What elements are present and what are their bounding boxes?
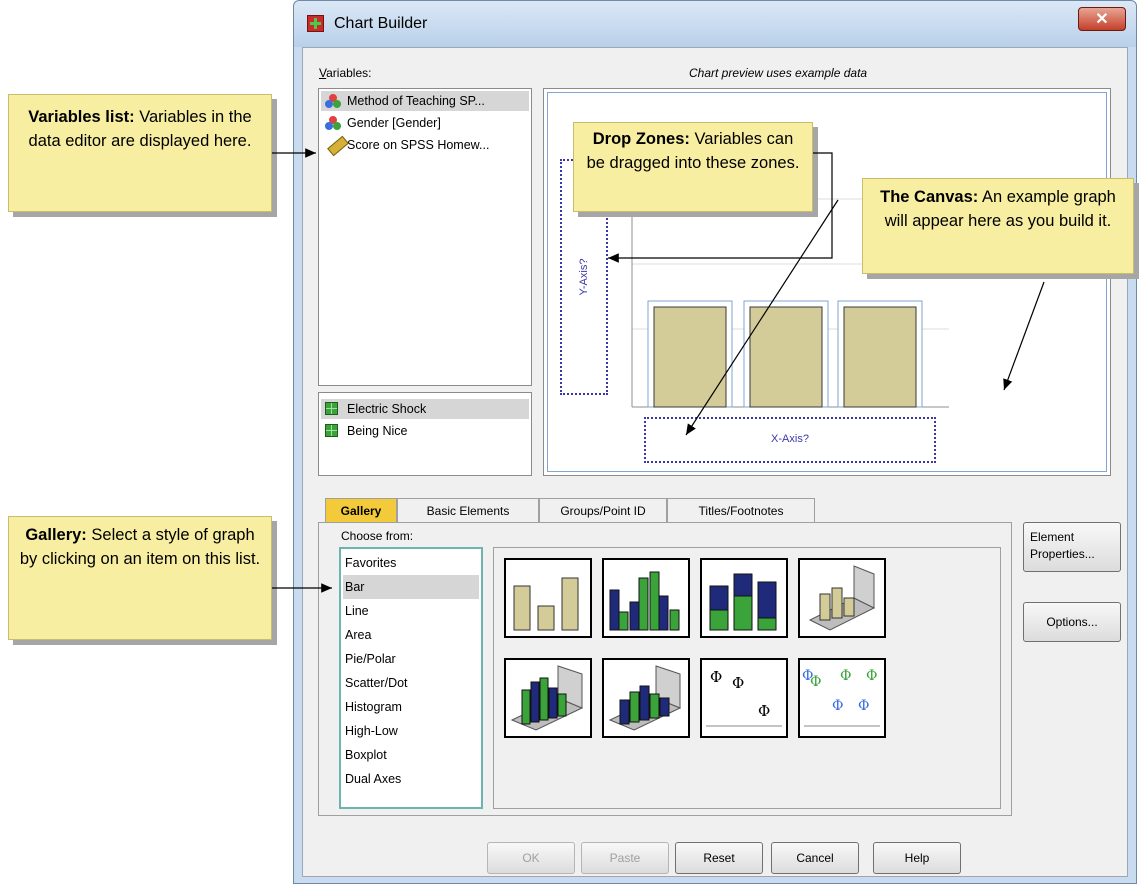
- drop-zones-callout: Drop Zones: Variables can be dragged int…: [573, 122, 813, 212]
- clustered-bar-thumbnail[interactable]: [602, 558, 690, 638]
- tab-gallery[interactable]: Gallery: [325, 498, 397, 522]
- variable-item[interactable]: Score on SPSS Homew...: [321, 135, 489, 157]
- category-item[interactable]: Being Nice: [321, 421, 407, 441]
- cancel-button[interactable]: Cancel: [771, 842, 859, 874]
- help-button[interactable]: Help: [873, 842, 961, 874]
- svg-text:Φ: Φ: [710, 668, 722, 686]
- 3d-bar-thumbnail[interactable]: [798, 558, 886, 638]
- svg-text:Φ: Φ: [832, 698, 843, 714]
- category-icon: [325, 424, 338, 437]
- canvas-callout: The Canvas: An example graph will appear…: [862, 178, 1134, 274]
- clustered-error-bar-thumbnail[interactable]: Φ Φ Φ Φ Φ Φ: [798, 658, 886, 738]
- gallery-item[interactable]: Bar: [343, 575, 479, 599]
- svg-text:Φ: Φ: [858, 698, 869, 714]
- gallery-panel: Choose from: Favorites Bar Line Area Pie…: [318, 522, 1012, 816]
- y-axis-zone-label: Y-Axis?: [578, 258, 590, 296]
- scale-ruler-icon: [325, 135, 349, 157]
- svg-text:Φ: Φ: [732, 674, 744, 692]
- nominal-icon: [325, 94, 341, 108]
- svg-text:Φ: Φ: [758, 702, 770, 720]
- category-item[interactable]: Electric Shock: [321, 399, 529, 419]
- preview-bar: [749, 306, 823, 408]
- variable-item[interactable]: Method of Teaching SP...: [321, 91, 529, 111]
- variables-label: Variables:: [319, 66, 372, 80]
- x-axis-drop-zone[interactable]: X-Axis?: [644, 417, 936, 463]
- category-icon: [325, 402, 338, 415]
- preview-bar: [843, 306, 917, 408]
- gallery-item[interactable]: Line: [343, 599, 479, 623]
- gallery-callout: Gallery: Select a style of graph by clic…: [8, 516, 272, 640]
- title-bar[interactable]: Chart Builder ✕: [294, 1, 1136, 47]
- svg-text:Φ: Φ: [810, 674, 821, 690]
- variable-item[interactable]: Gender [Gender]: [321, 113, 441, 133]
- svg-text:Φ: Φ: [840, 668, 851, 684]
- gallery-item[interactable]: Area: [343, 623, 479, 647]
- paste-button[interactable]: Paste: [581, 842, 669, 874]
- app-icon: [307, 15, 324, 32]
- gallery-thumbnails: Φ Φ Φ Φ Φ Φ Φ Φ Φ: [493, 547, 1001, 809]
- gallery-type-list[interactable]: Favorites Bar Line Area Pie/Polar Scatte…: [339, 547, 483, 809]
- nominal-icon: [325, 116, 341, 130]
- simple-bar-thumbnail[interactable]: [504, 558, 592, 638]
- reset-button[interactable]: Reset: [675, 842, 763, 874]
- error-bar-thumbnail[interactable]: Φ Φ Φ: [700, 658, 788, 738]
- 3d-stacked-bar-thumbnail[interactable]: [602, 658, 690, 738]
- ok-button[interactable]: OK: [487, 842, 575, 874]
- tab-basic-elements[interactable]: Basic Elements: [397, 498, 539, 522]
- gallery-item[interactable]: Histogram: [343, 695, 479, 719]
- gallery-item[interactable]: Dual Axes: [343, 767, 479, 791]
- stacked-bar-thumbnail[interactable]: [700, 558, 788, 638]
- window-title: Chart Builder: [334, 15, 428, 32]
- choose-from-label: Choose from:: [341, 529, 414, 543]
- variables-list[interactable]: Method of Teaching SP... Gender [Gender]…: [318, 88, 532, 386]
- svg-text:Φ: Φ: [866, 668, 877, 684]
- tab-groups-point-id[interactable]: Groups/Point ID: [539, 498, 667, 522]
- categories-list[interactable]: Electric Shock Being Nice: [318, 392, 532, 476]
- gallery-item[interactable]: High-Low: [343, 719, 479, 743]
- variables-callout: Variables list: Variables in the data ed…: [8, 94, 272, 212]
- gallery-item[interactable]: Scatter/Dot: [343, 671, 479, 695]
- canvas-header: Chart preview uses example data: [689, 66, 868, 80]
- gallery-item[interactable]: Boxplot: [343, 743, 479, 767]
- element-properties-button[interactable]: Element Properties...: [1023, 522, 1121, 572]
- x-axis-zone-label: X-Axis?: [771, 433, 809, 445]
- preview-bar: [653, 306, 727, 408]
- gallery-item[interactable]: Favorites: [343, 551, 479, 575]
- close-button[interactable]: ✕: [1078, 7, 1126, 31]
- 3d-clustered-bar-thumbnail[interactable]: [504, 658, 592, 738]
- options-button[interactable]: Options...: [1023, 602, 1121, 642]
- gallery-item[interactable]: Pie/Polar: [343, 647, 479, 671]
- tab-titles-footnotes[interactable]: Titles/Footnotes: [667, 498, 815, 522]
